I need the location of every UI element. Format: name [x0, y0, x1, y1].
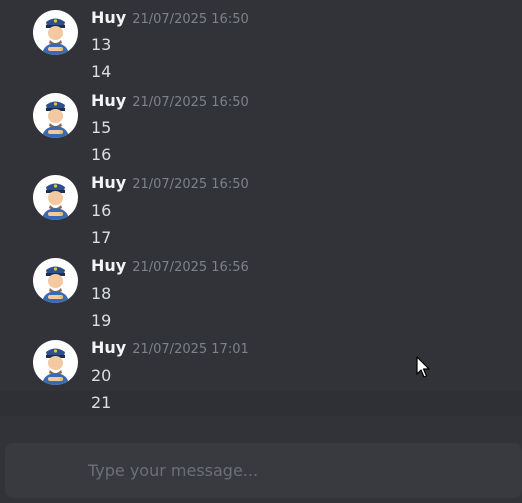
- message-timestamp: 21/07/2025 16:50: [132, 95, 249, 110]
- author-name[interactable]: Huy: [91, 256, 126, 275]
- message-header: Huy 21/07/2025 16:50: [91, 8, 249, 28]
- author-name[interactable]: Huy: [91, 338, 126, 357]
- police-officer-avatar-icon[interactable]: [33, 93, 78, 138]
- author-name[interactable]: Huy: [91, 91, 126, 110]
- message-line: 21: [91, 393, 112, 412]
- message-line: 15: [91, 118, 112, 137]
- author-name[interactable]: Huy: [91, 173, 126, 192]
- message-input[interactable]: [88, 443, 508, 498]
- message-line: 16: [91, 201, 112, 220]
- message-header: Huy 21/07/2025 16:56: [91, 256, 249, 276]
- message-header: Huy 21/07/2025 17:01: [91, 338, 249, 358]
- message-composer: [5, 443, 522, 498]
- message-line: 18: [91, 284, 112, 303]
- message-list: Huy 21/07/2025 16:50 13 14 Huy 21/07/2025 …: [0, 0, 522, 440]
- message-timestamp: 21/07/2025 16:50: [132, 12, 249, 27]
- hovered-message-row: [0, 391, 522, 416]
- message-line: 14: [91, 62, 112, 81]
- message-timestamp: 21/07/2025 17:01: [132, 342, 249, 357]
- message-line: 17: [91, 228, 112, 247]
- message-line: 19: [91, 311, 112, 330]
- police-officer-avatar-icon[interactable]: [33, 258, 78, 303]
- message-line: 20: [91, 366, 112, 385]
- message-timestamp: 21/07/2025 16:56: [132, 260, 249, 275]
- message-line: 16: [91, 145, 112, 164]
- message-timestamp: 21/07/2025 16:50: [132, 177, 249, 192]
- author-name[interactable]: Huy: [91, 8, 126, 27]
- police-officer-avatar-icon[interactable]: [33, 10, 78, 55]
- police-officer-avatar-icon[interactable]: [33, 340, 78, 385]
- message-header: Huy 21/07/2025 16:50: [91, 173, 249, 193]
- message-line: 13: [91, 35, 112, 54]
- police-officer-avatar-icon[interactable]: [33, 175, 78, 220]
- mouse-cursor-icon: [416, 356, 430, 378]
- message-header: Huy 21/07/2025 16:50: [91, 91, 249, 111]
